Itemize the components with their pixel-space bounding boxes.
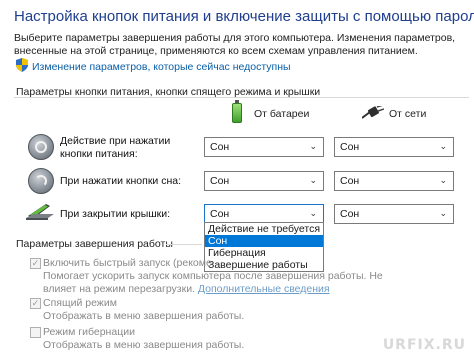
power-button-plugged-select[interactable]: Сон ⌄ bbox=[334, 137, 454, 157]
row-label-sleep-button: При нажатии кнопки сна: bbox=[60, 175, 181, 187]
shutdown-group-title: Параметры завершения работы bbox=[16, 238, 173, 250]
chevron-down-icon: ⌄ bbox=[309, 141, 317, 151]
more-info-link[interactable]: Дополнительные сведения bbox=[198, 283, 330, 295]
select-value: Сон bbox=[340, 175, 360, 187]
select-value: Сон bbox=[210, 208, 230, 220]
sleep-button-icon bbox=[28, 168, 54, 194]
chevron-down-icon: ⌄ bbox=[439, 141, 447, 151]
group-divider bbox=[14, 97, 469, 98]
dropdown-option-sleep[interactable]: Сон bbox=[205, 235, 323, 247]
select-value: Сон bbox=[210, 141, 230, 153]
sleep-mode-description: Отображать в меню завершения работы. bbox=[43, 310, 245, 322]
power-button-icon bbox=[28, 134, 54, 160]
row-label-power-button: Действие при нажатии кнопки питания: bbox=[60, 135, 171, 160]
change-unavailable-settings-link[interactable]: Изменение параметров, которые сейчас нед… bbox=[32, 61, 291, 73]
battery-icon bbox=[232, 100, 242, 123]
hibernate-label: Режим гибернации bbox=[43, 326, 135, 338]
sleep-mode-checkbox[interactable]: ✓ bbox=[30, 298, 41, 309]
hibernate-checkbox[interactable] bbox=[30, 327, 41, 338]
dropdown-option-hibernate[interactable]: Гибернация bbox=[205, 247, 323, 259]
laptop-lid-icon bbox=[26, 204, 54, 220]
lid-close-dropdown-list: Действие не требуется Сон Гибернация Зав… bbox=[204, 222, 324, 272]
plug-icon bbox=[362, 106, 384, 119]
chevron-down-icon: ⌄ bbox=[439, 208, 447, 218]
column-header-plugged: От сети bbox=[389, 108, 427, 120]
fast-startup-description: Помогает ускорить запуск компьютера посл… bbox=[43, 270, 403, 296]
power-button-battery-select[interactable]: Сон ⌄ bbox=[204, 137, 324, 157]
sleep-mode-label: Спящий режим bbox=[43, 297, 117, 309]
column-header-battery: От батареи bbox=[254, 108, 310, 120]
hibernate-description: Отображать в меню завершения работы. bbox=[43, 339, 245, 351]
group-divider bbox=[166, 244, 202, 245]
sleep-button-battery-select[interactable]: Сон ⌄ bbox=[204, 171, 324, 191]
shield-icon bbox=[16, 58, 28, 72]
fast-startup-label: Включить быстрый запуск (рекоме bbox=[43, 257, 212, 269]
page-description: Выберите параметры завершения работы для… bbox=[14, 32, 456, 57]
watermark: URFIX.RU bbox=[382, 337, 466, 353]
fast-startup-checkbox[interactable]: ✓ bbox=[30, 258, 41, 269]
select-value: Сон bbox=[340, 141, 360, 153]
sleep-button-plugged-select[interactable]: Сон ⌄ bbox=[334, 171, 454, 191]
select-value: Сон bbox=[210, 175, 230, 187]
lid-close-plugged-select[interactable]: Сон ⌄ bbox=[334, 204, 454, 224]
lid-close-battery-select[interactable]: Сон ⌄ bbox=[204, 204, 324, 224]
dropdown-option-no-action[interactable]: Действие не требуется bbox=[205, 223, 323, 235]
chevron-down-icon: ⌄ bbox=[309, 175, 317, 185]
select-value: Сон bbox=[340, 208, 360, 220]
chevron-down-icon: ⌄ bbox=[439, 175, 447, 185]
chevron-down-icon: ⌄ bbox=[309, 208, 317, 218]
page-title: Настройка кнопок питания и включение защ… bbox=[14, 8, 474, 25]
row-label-lid-close: При закрытии крышки: bbox=[60, 208, 171, 220]
